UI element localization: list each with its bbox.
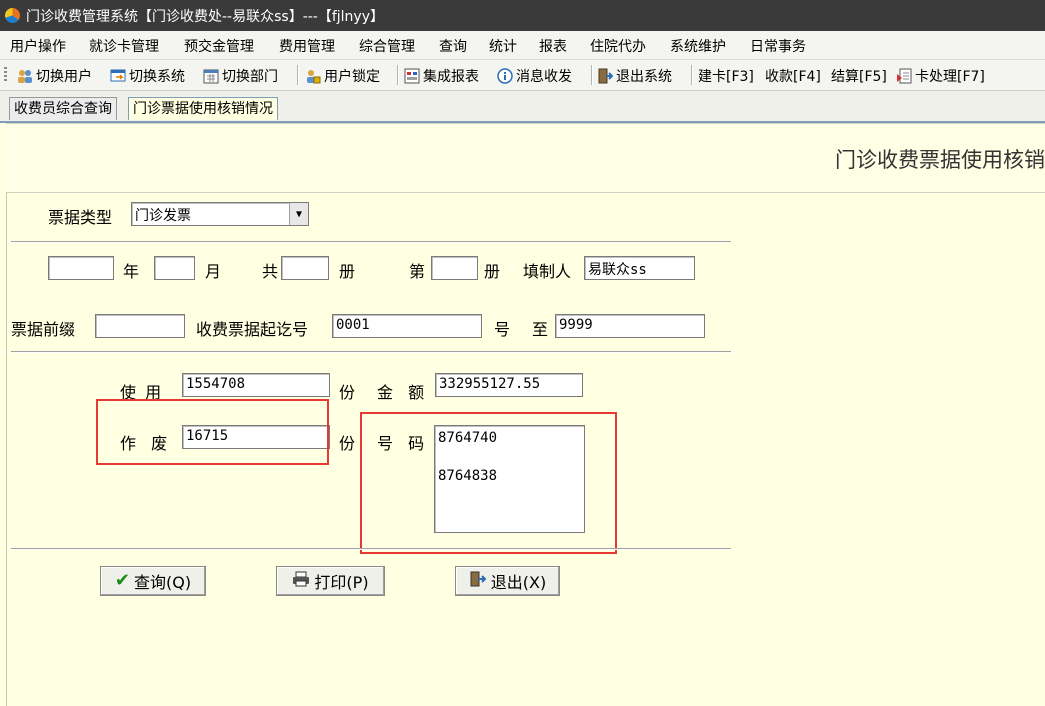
build-card-button[interactable]: 建卡[F3] [698,66,754,86]
menu-reports[interactable]: 报表 [539,36,567,56]
checkmark-icon: ✔ [114,570,130,591]
switch-system-button[interactable]: 切换系统 [110,66,185,86]
printer-icon [292,571,310,591]
end-number-input[interactable]: 9999 [555,314,705,338]
exit-door-icon [469,571,487,591]
amount-input[interactable]: 332955127.55 [435,373,583,397]
menu-general-mgmt[interactable]: 综合管理 [359,36,415,56]
query-button[interactable]: ✔ 查询(Q) [100,566,206,596]
menu-fee-mgmt[interactable]: 费用管理 [279,36,335,56]
divider [11,241,731,243]
prefix-label: 票据前缀 [11,320,76,339]
card-process-icon [896,68,912,84]
menu-query[interactable]: 查询 [439,36,467,56]
amount-label: 金 额 [377,383,425,402]
bill-type-label: 票据类型 [48,208,113,227]
calendar-icon [203,68,219,84]
app-logo-icon [5,8,20,23]
hao-label: 号 [494,320,511,339]
total-books-input[interactable] [281,256,329,280]
prefix-input[interactable] [95,314,185,338]
menu-user-ops[interactable]: 用户操作 [10,36,66,56]
year-input[interactable] [48,256,114,280]
to-label: 至 [532,320,549,339]
index-label: 第 [409,262,426,281]
exit-door-icon [597,68,614,84]
toolbar-separator [691,65,693,85]
tab-cashier-query[interactable]: 收费员综合查询 [9,97,117,120]
total-label: 共 [262,262,279,281]
title-bar: 门诊收费管理系统【门诊收费处--易联众ss】---【fjlnyy】 [0,0,1045,31]
report-button[interactable]: 集成报表 [404,66,479,86]
maker-input[interactable]: 易联众ss [584,256,695,280]
users-icon [17,68,33,84]
month-label: 月 [205,262,222,281]
user-lock-icon [305,68,321,84]
menu-card-mgmt[interactable]: 就诊卡管理 [89,36,159,56]
menu-prepay-mgmt[interactable]: 预交金管理 [184,36,254,56]
toolbar-separator [397,65,399,85]
message-button[interactable]: 消息收发 [497,66,572,86]
bill-type-select[interactable]: 门诊发票 ▼ [131,202,309,226]
toolbar: 切换用户 切换系统 切换部门 用户锁定 集成报表 消息收发 退出系统 建卡[F3… [0,60,1045,91]
card-process-button[interactable]: 卡处理[F7] [896,66,985,86]
menu-system-maint[interactable]: 系统维护 [670,36,726,56]
tab-strip: 收费员综合查询 门诊票据使用核销情况 [0,91,1045,123]
switch-dept-button[interactable]: 切换部门 [203,66,278,86]
book-label: 册 [339,262,356,281]
toolbar-separator [297,65,299,85]
collect-button[interactable]: 收款[F4] [765,66,821,86]
window-title: 门诊收费管理系统【门诊收费处--易联众ss】---【fjlnyy】 [26,9,384,25]
toolbar-grip[interactable] [4,67,7,83]
used-count-input[interactable]: 1554708 [182,373,330,397]
year-label: 年 [123,262,140,281]
menu-inpatient-agent[interactable]: 住院代办 [590,36,646,56]
window-switch-icon [110,68,126,84]
maker-label: 填制人 [523,262,572,281]
tab-bill-usage[interactable]: 门诊票据使用核销情况 [128,97,278,120]
numbers-highlight-box [360,412,617,554]
menu-bar: 用户操作 就诊卡管理 预交金管理 费用管理 综合管理 查询 统计 报表 住院代办… [0,31,1045,60]
start-label: 收费票据起讫号 [196,320,309,339]
menu-stats[interactable]: 统计 [489,36,517,56]
switch-user-button[interactable]: 切换用户 [17,66,92,86]
exit-system-button[interactable]: 退出系统 [597,66,672,86]
info-icon [497,68,513,84]
divider [11,548,731,550]
chevron-down-icon[interactable]: ▼ [289,203,308,225]
month-input[interactable] [154,256,195,280]
print-button[interactable]: 打印(P) [276,566,385,596]
form-title: 门诊收费票据使用核销 [835,148,1045,172]
start-number-input[interactable]: 0001 [332,314,482,338]
void-highlight-box [96,399,329,465]
divider [11,351,731,353]
book-index-input[interactable] [431,256,478,280]
user-lock-button[interactable]: 用户锁定 [305,66,380,86]
settle-button[interactable]: 结算[F5] [831,66,887,86]
menu-daily-affairs[interactable]: 日常事务 [750,36,806,56]
fen-label: 份 [339,383,356,402]
exit-button[interactable]: 退出(X) [455,566,560,596]
toolbar-separator [591,65,593,85]
book-label-2: 册 [484,262,501,281]
fen-label-2: 份 [339,434,356,453]
report-icon [404,68,420,84]
